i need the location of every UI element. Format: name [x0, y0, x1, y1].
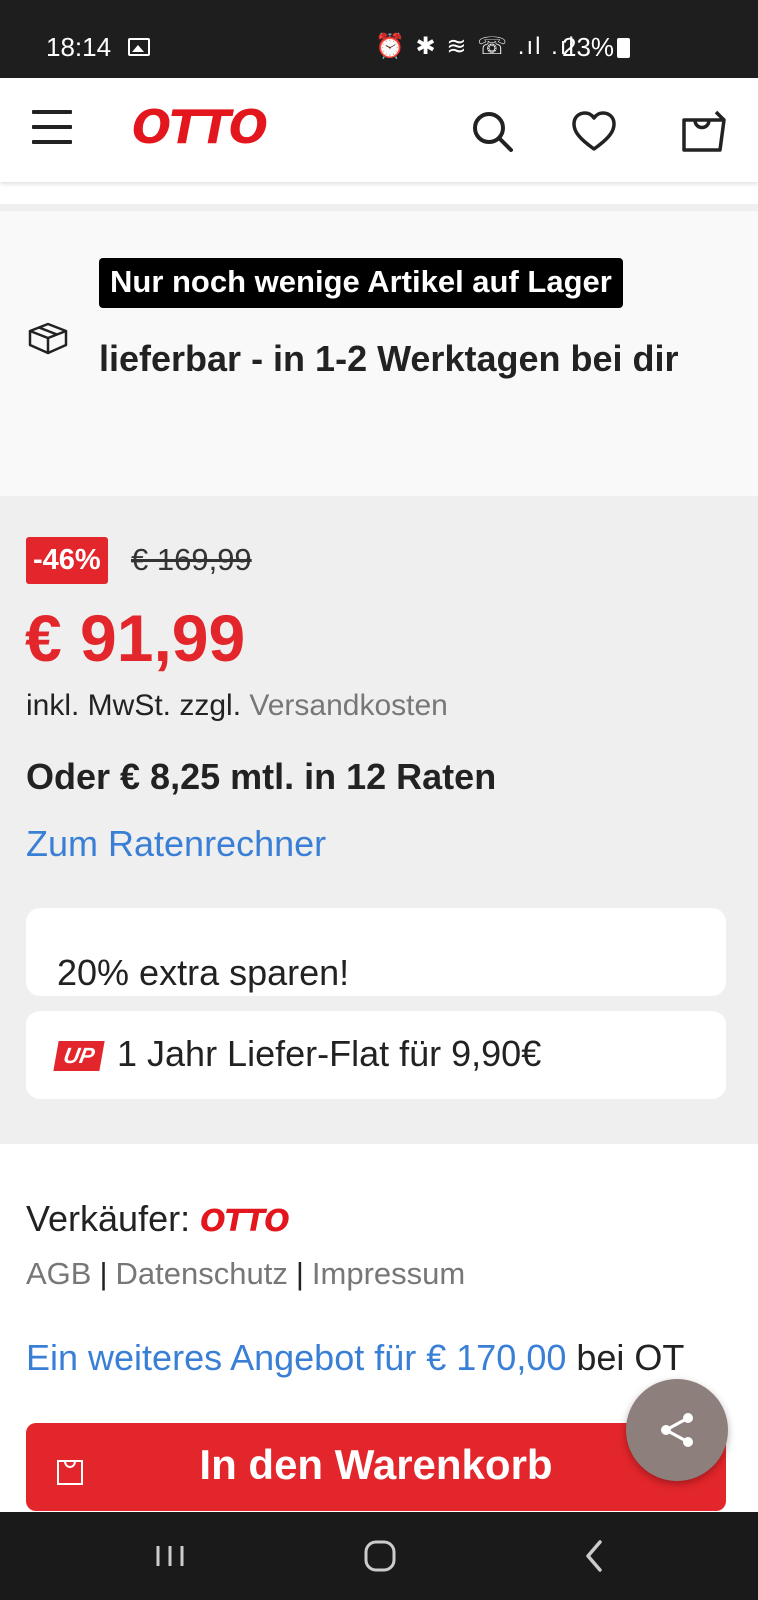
- extra-savings-text: 20% extra sparen!: [57, 952, 350, 993]
- seller-info: Verkäufer: OTTO: [26, 1198, 290, 1240]
- shipping-costs-link[interactable]: Versandkosten: [249, 689, 447, 722]
- discount-badge: -46%: [26, 537, 108, 584]
- heart-icon[interactable]: [570, 108, 618, 156]
- delivery-time-text: lieferbar - in 1-2 Werktagen bei dir: [99, 338, 679, 379]
- share-button[interactable]: [626, 1379, 728, 1481]
- price-section: -46% € 169,99 € 91,99 inkl. MwSt. zzgl. …: [0, 496, 758, 1144]
- shopping-bag-icon[interactable]: [680, 108, 728, 156]
- old-price: € 169,99: [131, 542, 252, 577]
- back-icon[interactable]: [576, 1536, 612, 1576]
- search-icon[interactable]: [469, 108, 517, 156]
- package-icon: [28, 322, 68, 355]
- up-logo-icon: UP: [53, 1041, 105, 1071]
- status-time: 18:14: [46, 32, 112, 62]
- add-to-cart-label: In den Warenkorb: [199, 1441, 553, 1488]
- seller-label: Verkäufer:: [26, 1198, 191, 1239]
- home-icon[interactable]: [360, 1536, 400, 1576]
- low-stock-badge: Nur noch wenige Artikel auf Lager: [99, 258, 623, 308]
- installment-info: Oder € 8,25 mtl. in 12 Raten: [26, 756, 497, 797]
- agb-link[interactable]: AGB: [26, 1256, 91, 1291]
- privacy-link[interactable]: Datenschutz: [116, 1256, 288, 1291]
- tax-info: inkl. MwSt. zzgl. Versandkosten: [26, 689, 448, 723]
- imprint-link[interactable]: Impressum: [312, 1256, 465, 1291]
- add-to-cart-button[interactable]: In den Warenkorb: [26, 1423, 726, 1511]
- otto-logo[interactable]: OTTO: [132, 100, 268, 154]
- image-notification-icon: [128, 38, 150, 56]
- seller-logo: OTTO: [200, 1204, 290, 1239]
- section-divider: [0, 204, 758, 211]
- battery-percent: 23%: [562, 32, 615, 62]
- current-price: € 91,99: [25, 601, 246, 675]
- other-offer: Ein weiteres Angebot für € 170,00 bei OT: [26, 1337, 758, 1379]
- rate-calculator-link[interactable]: Zum Ratenrechner: [26, 823, 326, 865]
- menu-icon[interactable]: [32, 110, 72, 146]
- share-icon: [661, 1413, 693, 1447]
- status-bar: 18:14 ⏰ ✱ ≋ ☏ .ıl .ıl 23%: [0, 0, 758, 78]
- other-offer-link[interactable]: Ein weiteres Angebot für € 170,00: [26, 1337, 566, 1378]
- system-status-icons: ⏰ ✱ ≋ ☏ .ıl .ıl: [375, 33, 576, 60]
- delivery-flat-text: 1 Jahr Liefer-Flat für 9,90€: [117, 1033, 542, 1074]
- battery-icon: [617, 38, 630, 58]
- delivery-flat-card[interactable]: UP 1 Jahr Liefer-Flat für 9,90€: [26, 1011, 726, 1099]
- app-header: OTTO: [0, 78, 758, 182]
- availability-section: Nur noch wenige Artikel auf Lager liefer…: [0, 211, 758, 496]
- android-nav-bar: [0, 1512, 758, 1600]
- tax-info-text: inkl. MwSt. zzgl.: [26, 689, 242, 722]
- other-offer-seller: bei OT: [576, 1337, 685, 1378]
- recent-apps-icon[interactable]: [152, 1536, 188, 1576]
- extra-savings-card[interactable]: 20% extra sparen!: [26, 908, 726, 996]
- legal-links: AGB | Datenschutz | Impressum: [26, 1256, 466, 1291]
